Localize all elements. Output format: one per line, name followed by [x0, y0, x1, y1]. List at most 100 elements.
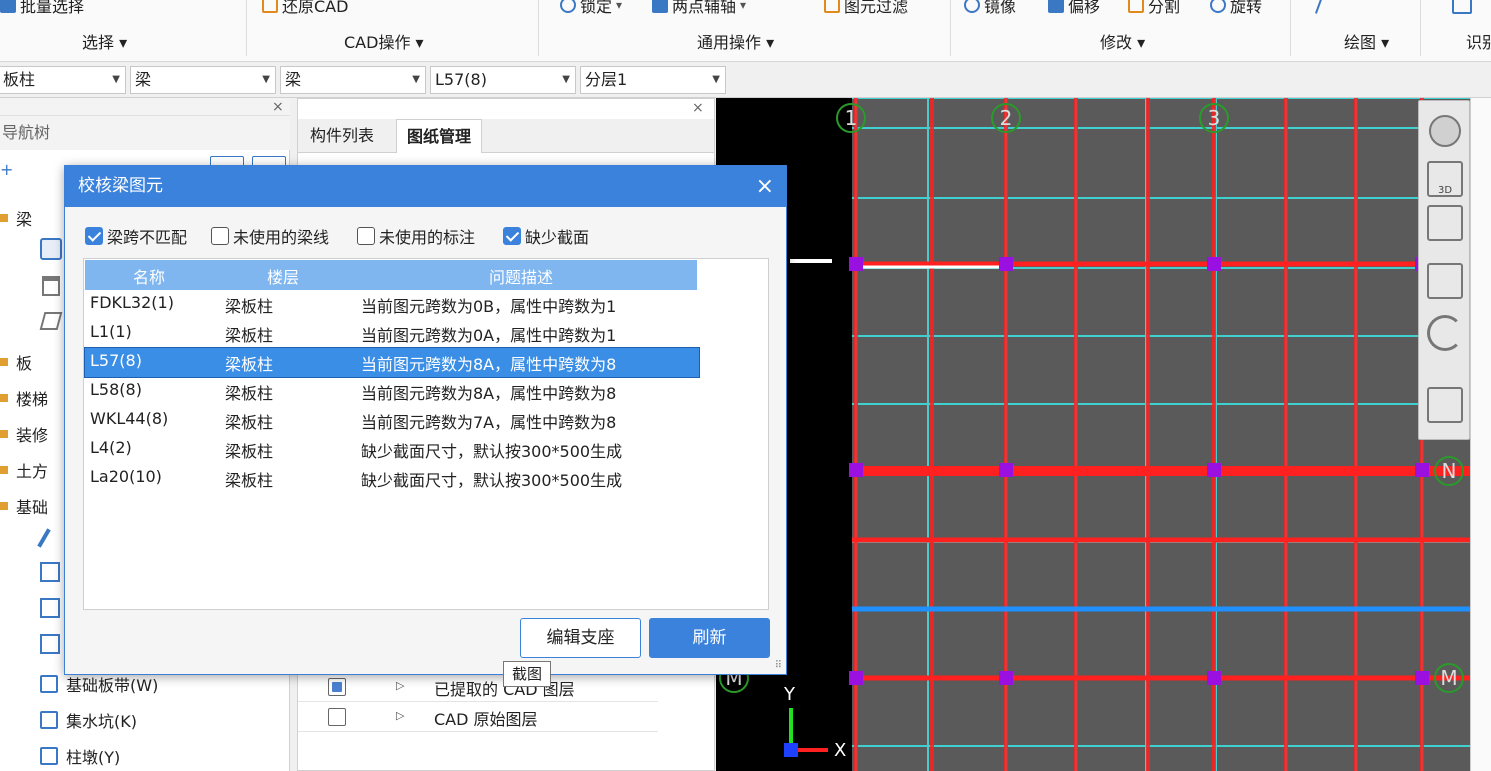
cube-view-icon[interactable] [1427, 263, 1463, 299]
ribbon-tool-lock[interactable]: 锁定 ▾ [560, 0, 622, 16]
top-view-icon[interactable] [1427, 205, 1463, 241]
ribbon-group-label[interactable]: 选择 ▾ [82, 29, 127, 53]
ribbon-group-label[interactable]: 通用操作 ▾ [697, 29, 774, 53]
foundation-beam-icon[interactable] [37, 528, 51, 548]
ribbon-separator [538, 0, 539, 56]
ribbon-group-label[interactable]: 绘图 ▾ [1344, 29, 1389, 53]
row-floor: 梁板柱 [225, 326, 274, 345]
chevron-down-icon[interactable]: ▼ [412, 67, 420, 93]
axis-label: N [1442, 459, 1457, 483]
table-row[interactable]: La20(10) 梁板柱 缺少截面尺寸，默认按300*500生成 [85, 464, 699, 493]
ribbon-group-label[interactable]: 修改 ▾ [1100, 29, 1145, 53]
tree-item[interactable]: 集水坑(K) [40, 708, 137, 732]
ribbon-tool-offset[interactable]: 偏移 [1048, 0, 1100, 16]
expand-icon[interactable]: ▷ [396, 709, 404, 722]
ribbon-tool-restore-cad[interactable]: 还原CAD [262, 0, 348, 16]
layer-row-extracted[interactable]: ▷ 已提取的 CAD 图层 [298, 672, 658, 702]
folder-icon [0, 502, 8, 510]
filter-checkbox-2[interactable]: 未使用的标注 [357, 224, 475, 248]
selector-combo-0[interactable]: 板柱 ▼ [0, 66, 126, 94]
ribbon-tool-rotate[interactable]: 旋转 [1210, 0, 1262, 16]
close-icon[interactable]: × [272, 98, 284, 116]
ribbon-tool-batch-select[interactable]: 批量选择 [0, 0, 84, 16]
chevron-down-icon[interactable]: ▼ [562, 67, 570, 93]
expand-icon[interactable]: ▷ [396, 679, 404, 692]
beam-tool-icon[interactable] [40, 238, 62, 260]
tree-category[interactable]: 装修 [0, 422, 48, 446]
rotate-view-icon[interactable] [1427, 315, 1463, 351]
raft-foundation-icon[interactable] [40, 562, 60, 582]
table-row[interactable]: L58(8) 梁板柱 当前图元跨数为8A，属性中跨数为8 [85, 377, 699, 406]
chevron-down-icon[interactable]: ▼ [262, 67, 270, 93]
lock-icon [560, 0, 576, 13]
tree-item[interactable]: 基础板带(W) [40, 672, 158, 696]
tree-category[interactable]: 梁 [0, 206, 32, 230]
table-row[interactable]: FDKL32(1) 梁板柱 当前图元跨数为0B，属性中跨数为1 [85, 290, 699, 319]
refresh-button[interactable]: 刷新 [649, 618, 770, 658]
identify-icon[interactable] [1452, 0, 1472, 14]
selector-combo-3[interactable]: L57(8) ▼ [430, 66, 576, 94]
view-3d-icon[interactable]: 3D [1427, 161, 1463, 197]
ribbon-tool-axis[interactable]: 两点辅轴 ▾ [652, 0, 746, 16]
filter-checkbox-0[interactable]: 梁跨不匹配 [85, 224, 187, 248]
filter-checkbox-1[interactable]: 未使用的梁线 [211, 224, 329, 248]
filter-icon [824, 0, 840, 13]
ribbon-tool-label: 批量选择 [20, 0, 85, 16]
tree-category[interactable]: 楼梯 [0, 386, 48, 410]
tree-category[interactable]: 板 [0, 350, 32, 374]
ribbon-tool-filter[interactable]: 图元过滤 [824, 0, 908, 16]
chevron-down-icon[interactable]: ▼ [712, 67, 720, 93]
checkbox[interactable] [357, 227, 375, 245]
column-header-description[interactable]: 问题描述 [489, 264, 553, 288]
checkbox[interactable] [211, 227, 229, 245]
column-header-name[interactable]: 名称 [133, 264, 165, 288]
selector-combo-4[interactable]: 分层1 ▼ [580, 66, 726, 94]
strip-foundation-icon[interactable] [40, 598, 60, 618]
ribbon-tool-label: 两点辅轴 [672, 0, 737, 16]
tab-drawing-management[interactable]: 图纸管理 [396, 119, 483, 153]
close-icon[interactable]: × [756, 166, 774, 207]
selector-combo-1[interactable]: 梁 ▼ [130, 66, 276, 94]
chevron-down-icon[interactable]: ▾ [616, 0, 622, 12]
table-row[interactable]: L57(8) 梁板柱 当前图元跨数为8A，属性中跨数为8 [84, 347, 700, 378]
table-row[interactable]: L4(2) 梁板柱 缺少截面尺寸，默认按300*500生成 [85, 435, 699, 464]
close-icon[interactable]: × [692, 99, 704, 117]
layout-icon[interactable] [1427, 387, 1463, 423]
layer-checkbox[interactable] [328, 708, 346, 726]
navigation-tree-title: 导航树 [0, 116, 290, 150]
ribbon-separator [950, 0, 951, 56]
chevron-down-icon[interactable]: ▼ [112, 67, 120, 93]
axis-label: 2 [1000, 106, 1013, 130]
tab-component-list[interactable]: 构件列表 [300, 119, 384, 153]
column-header-floor[interactable]: 楼层 [267, 264, 299, 288]
ribbon-tool-mirror[interactable]: 镜像 [964, 0, 1016, 16]
ribbon-group-label[interactable]: CAD操作 ▾ [344, 29, 424, 53]
axis-icon [652, 0, 668, 13]
layer-row-original[interactable]: ▷ CAD 原始图层 [298, 702, 658, 732]
ribbon-group-label[interactable]: 识别 [1466, 29, 1491, 53]
connecting-beam-icon[interactable] [42, 276, 60, 296]
chevron-down-icon[interactable]: ▾ [740, 0, 746, 12]
pile-cap-icon[interactable] [40, 634, 60, 654]
orbit-icon[interactable] [1429, 115, 1461, 147]
add-icon[interactable]: + [0, 160, 13, 179]
table-row[interactable]: WKL44(8) 梁板柱 当前图元跨数为7A，属性中跨数为8 [85, 406, 699, 435]
edit-support-button[interactable]: 编辑支座 [520, 618, 641, 658]
table-row[interactable]: L1(1) 梁板柱 当前图元跨数为0A，属性中跨数为1 [85, 319, 699, 348]
component-icon [40, 675, 58, 693]
checkbox[interactable] [85, 227, 103, 245]
panel-tabs: 构件列表 图纸管理 [298, 119, 714, 153]
checkbox[interactable] [503, 227, 521, 245]
layer-checkbox[interactable] [328, 678, 346, 696]
tree-category[interactable]: 基础 [0, 494, 48, 518]
ribbon-tool-split[interactable]: 分割 [1128, 0, 1180, 16]
draw-line-icon[interactable] [1314, 0, 1324, 14]
screenshot-tooltip: 截图 [503, 661, 551, 687]
ring-beam-icon[interactable] [39, 312, 63, 330]
cad-drawing-canvas[interactable]: 123NMMYX [716, 98, 1491, 771]
tree-category[interactable]: 土方 [0, 458, 48, 482]
tree-item[interactable]: 柱墩(Y) [40, 744, 120, 768]
filter-checkbox-3[interactable]: 缺少截面 [503, 224, 589, 248]
resize-grip-icon[interactable]: ⠿ [775, 660, 782, 671]
selector-combo-2[interactable]: 梁 ▼ [280, 66, 426, 94]
